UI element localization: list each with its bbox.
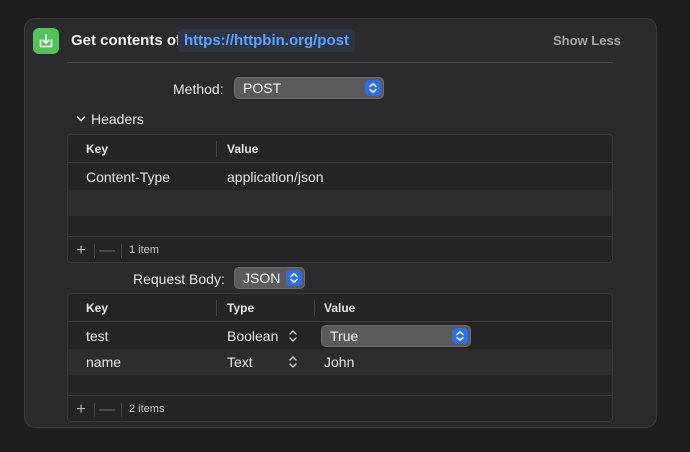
headers-disclosure[interactable]: Headers xyxy=(76,111,144,127)
body-value-cell[interactable]: John xyxy=(324,354,354,370)
request-body-label: Request Body: xyxy=(133,271,225,287)
method-value: POST xyxy=(243,80,282,96)
method-label: Method: xyxy=(173,81,224,97)
header-value-cell[interactable]: application/json xyxy=(227,169,324,185)
body-key-cell[interactable]: test xyxy=(86,328,109,344)
table-row[interactable]: name Text John xyxy=(68,349,612,375)
body-value-cell: True xyxy=(330,328,359,344)
headers-item-count: 1 item xyxy=(129,244,159,256)
column-header-type[interactable]: Type xyxy=(227,301,254,315)
empty-row xyxy=(68,190,612,216)
chevron-up-down-icon[interactable] xyxy=(288,329,298,343)
add-field-button[interactable]: + xyxy=(71,400,91,420)
body-item-count: 2 items xyxy=(129,403,165,415)
header-key-cell[interactable]: Content-Type xyxy=(86,169,170,185)
footer-divider xyxy=(94,244,95,258)
chevron-down-icon xyxy=(76,111,86,127)
remove-field-button[interactable]: — xyxy=(97,400,117,420)
headers-label: Headers xyxy=(91,111,144,127)
body-table-footer: + — 2 items xyxy=(68,395,612,421)
add-header-button[interactable]: + xyxy=(71,241,91,261)
show-less-button[interactable]: Show Less xyxy=(553,33,621,48)
table-row[interactable]: test Boolean True xyxy=(68,323,612,349)
column-divider xyxy=(314,300,315,316)
chevron-up-down-icon xyxy=(452,328,468,344)
chevron-up-down-icon xyxy=(286,270,302,286)
request-body-value: JSON xyxy=(243,270,281,286)
remove-header-button[interactable]: — xyxy=(97,241,117,261)
download-icon[interactable] xyxy=(33,28,59,54)
chevron-up-down-icon[interactable] xyxy=(288,355,298,369)
footer-divider xyxy=(121,403,122,417)
body-type-cell[interactable]: Text xyxy=(227,354,253,370)
column-header-key[interactable]: Key xyxy=(86,301,108,315)
column-header-key[interactable]: Key xyxy=(86,142,108,156)
footer-divider xyxy=(94,403,95,417)
column-divider xyxy=(216,300,217,316)
body-table: Key Type Value test Boolean True name Te… xyxy=(67,293,613,422)
request-body-popup[interactable]: JSON xyxy=(234,267,305,289)
url-token[interactable]: https://httpbin.org/post xyxy=(178,29,355,52)
chevron-up-down-icon xyxy=(365,80,381,96)
headers-table-header: Key Value xyxy=(68,135,612,163)
headers-table: Key Value Content-Type application/json … xyxy=(67,134,613,263)
footer-divider xyxy=(121,244,122,258)
column-header-value[interactable]: Value xyxy=(227,142,258,156)
column-divider xyxy=(216,141,217,157)
column-header-value[interactable]: Value xyxy=(324,301,355,315)
boolean-value-popup[interactable]: True xyxy=(321,325,471,347)
body-table-header: Key Type Value xyxy=(68,294,612,322)
headers-table-footer: + — 1 item xyxy=(68,236,612,262)
action-title: Get contents of xyxy=(71,32,182,49)
body-key-cell[interactable]: name xyxy=(86,354,121,370)
method-popup[interactable]: POST xyxy=(234,77,384,99)
header-divider xyxy=(67,62,613,63)
table-row[interactable]: Content-Type application/json xyxy=(68,164,612,190)
body-type-cell[interactable]: Boolean xyxy=(227,328,278,344)
